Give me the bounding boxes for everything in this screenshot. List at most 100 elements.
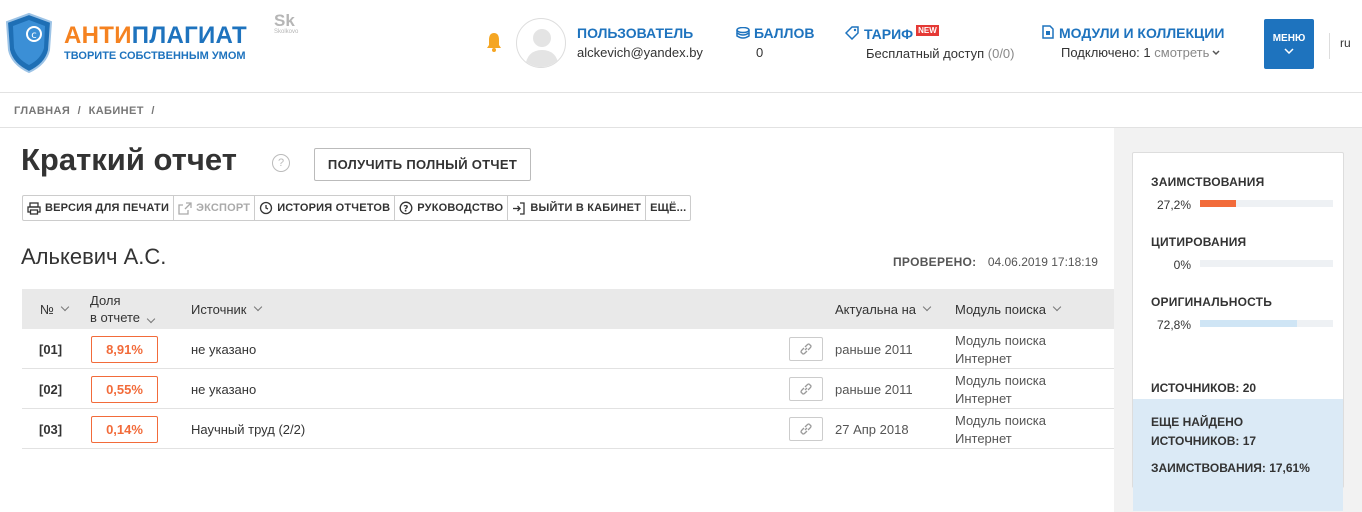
share-badge[interactable]: 8,91% [91,335,158,363]
more-found-sources-label: ИСТОЧНИКОВ: [1151,434,1240,448]
modules-block[interactable]: МОДУЛИ И КОЛЛЕКЦИИ Подключено: 1 смотрет… [1042,25,1224,60]
column-module-label: Модуль поиска [955,301,1046,317]
row-module-cell: Модуль поиска Интернет [955,409,1046,449]
row-link-cell [789,409,823,449]
link-icon [800,343,812,355]
skolkovo-logo-mark: Sk [274,11,295,30]
table-row[interactable]: [02] 0,55% не указано раньше 2011 Модуль… [22,369,1114,409]
logo-tagline: ТВОРИТЕ СОБСТВЕННЫМ УМОМ [64,50,246,62]
question-icon: ? [399,201,413,215]
logo-title[interactable]: АНТИПЛАГИАТ [64,22,247,50]
language-selector[interactable]: ru [1329,33,1351,59]
logo-title-part1: АНТИ [64,22,132,49]
report-history-button[interactable]: ИСТОРИЯ ОТЧЕТОВ [255,196,396,220]
originality-bar-fill [1200,320,1297,327]
link-button[interactable] [789,337,823,361]
share-badge[interactable]: 0,55% [91,375,158,403]
link-icon [800,423,812,435]
more-found-box[interactable]: ЕЩЕ НАЙДЕНО ИСТОЧНИКОВ: 17 ЗАИМСТВОВАНИЯ… [1133,399,1343,511]
link-button[interactable] [789,417,823,441]
print-version-label: ВЕРСИЯ ДЛЯ ПЕЧАТИ [45,202,170,214]
row-module: Модуль поиска Интернет [955,330,1046,368]
tariff-block[interactable]: ТАРИФ NEW Бесплатный доступ (0/0) [844,25,1015,61]
report-toolbar: ВЕРСИЯ ДЛЯ ПЕЧАТИ ЭКСПОРТ ИСТОРИЯ ОТЧЕТО… [22,195,692,221]
more-button[interactable]: ЕЩЁ... [646,196,690,220]
logo-title-part2: ПЛАГИАТ [131,22,247,49]
originality-bar [1200,320,1333,327]
user-avatar[interactable] [516,18,566,68]
chevron-down-icon [60,302,70,312]
modules-view-link-text: смотреть [1154,45,1210,60]
menu-button[interactable]: МЕНЮ [1264,19,1314,69]
tag-icon [844,26,859,41]
row-source: не указано [191,341,257,357]
more-found-borrow-value: 17,61% [1269,461,1310,475]
user-block[interactable]: ПОЛЬЗОВАТЕЛЬ alckevich@yandex.by [577,25,703,60]
printer-icon [27,201,41,215]
points-label: БАЛЛОВ [754,25,815,41]
document-author: Алькевич А.С. [21,244,167,269]
row-share-cell: 8,91% [91,329,158,369]
share-badge[interactable]: 0,14% [91,415,158,443]
top-header: c АНТИПЛАГИАТ ТВОРИТЕ СОБСТВЕННЫМ УМОМ S… [0,0,1362,93]
row-link-cell [789,329,823,369]
exit-to-cabinet-button[interactable]: ВЫЙТИ В КАБИНЕТ [508,196,647,220]
row-module: Модуль поиска Интернет [955,410,1046,448]
chevron-down-icon [253,302,262,312]
chevron-down-icon [146,314,156,324]
sources-table: № Доля в отчете Источник Актуальна на Мод… [22,289,1114,449]
tariff-header: ТАРИФ NEW [844,25,1015,42]
menu-label: МЕНЮ [1272,33,1306,44]
table-row[interactable]: [01] 8,91% не указано раньше 2011 Модуль… [22,329,1114,369]
table-header: № Доля в отчете Источник Актуальна на Мод… [22,289,1114,329]
modules-value-line: Подключено: 1 смотреть [1061,45,1224,60]
modules-view-link[interactable]: смотреть [1154,45,1220,60]
row-module-line1: Модуль поиска [955,373,1046,388]
table-row[interactable]: [03] 0,14% Научный труд (2/2) 27 Апр 201… [22,409,1114,449]
export-button[interactable]: ЭКСПОРТ [174,196,256,220]
more-found-title: ЕЩЕ НАЙДЕНО [1151,415,1244,429]
sources-count: ИСТОЧНИКОВ: 20 [1151,381,1256,395]
column-module[interactable]: Модуль поиска [955,289,1062,329]
points-block[interactable]: БАЛЛОВ 0 [736,25,814,60]
stats-sidepanel: ЗАИМСТВОВАНИЯ 27,2% ЦИТИРОВАНИЯ 0% ОРИГИ… [1114,128,1362,512]
link-button[interactable] [789,377,823,401]
column-source[interactable]: Источник [191,289,262,329]
stats-card: ЗАИМСТВОВАНИЯ 27,2% ЦИТИРОВАНИЯ 0% ОРИГИ… [1132,152,1344,511]
row-share-cell: 0,55% [91,369,158,409]
report-main: Краткий отчет ? ПОЛУЧИТЬ ПОЛНЫЙ ОТЧЕТ ВЕ… [0,128,1114,512]
row-actual: раньше 2011 [835,381,913,397]
breadcrumb-home[interactable]: ГЛАВНАЯ [14,105,70,117]
breadcrumb-cabinet[interactable]: КАБИНЕТ [89,105,144,117]
chevron-down-icon [1284,48,1294,55]
row-module-cell: Модуль поиска Интернет [955,329,1046,369]
breadcrumb: ГЛАВНАЯ / КАБИНЕТ / [14,105,159,117]
row-num: [03] [39,421,63,437]
user-label: ПОЛЬЗОВАТЕЛЬ [577,25,694,41]
get-full-report-button[interactable]: ПОЛУЧИТЬ ПОЛНЫЙ ОТЧЕТ [314,148,531,181]
print-version-button[interactable]: ВЕРСИЯ ДЛЯ ПЕЧАТИ [23,196,175,220]
row-share-cell: 0,14% [91,409,158,449]
skolkovo-logo-text: Skolkovo [274,29,299,35]
column-actual[interactable]: Актуальна на [835,289,932,329]
originality-value: 72,8% [1156,318,1191,332]
guide-button[interactable]: ? РУКОВОДСТВО [395,196,509,220]
row-actual: раньше 2011 [835,341,913,357]
export-icon [178,201,192,215]
borrow-value: 27,2% [1156,198,1191,212]
tariff-label: ТАРИФ [864,26,914,42]
more-found-borrow-label: ЗАИМСТВОВАНИЯ: [1151,461,1266,475]
column-num[interactable]: № [40,289,70,329]
row-actual: 27 Апр 2018 [835,421,909,437]
column-share-label-line2-text: в отчете [90,310,141,325]
help-icon[interactable]: ? [272,154,290,172]
history-icon [260,201,273,215]
row-module-cell: Модуль поиска Интернет [955,369,1046,409]
row-num: [02] [39,381,63,397]
row-module-line1: Модуль поиска [955,413,1046,428]
bell-icon[interactable] [485,31,503,53]
page-title: Краткий отчет [21,142,237,177]
column-share[interactable]: Доля в отчете [90,289,156,329]
tariff-value-line: Бесплатный доступ (0/0) [866,46,1015,61]
antiplagiat-logo-icon[interactable]: c [4,12,54,74]
